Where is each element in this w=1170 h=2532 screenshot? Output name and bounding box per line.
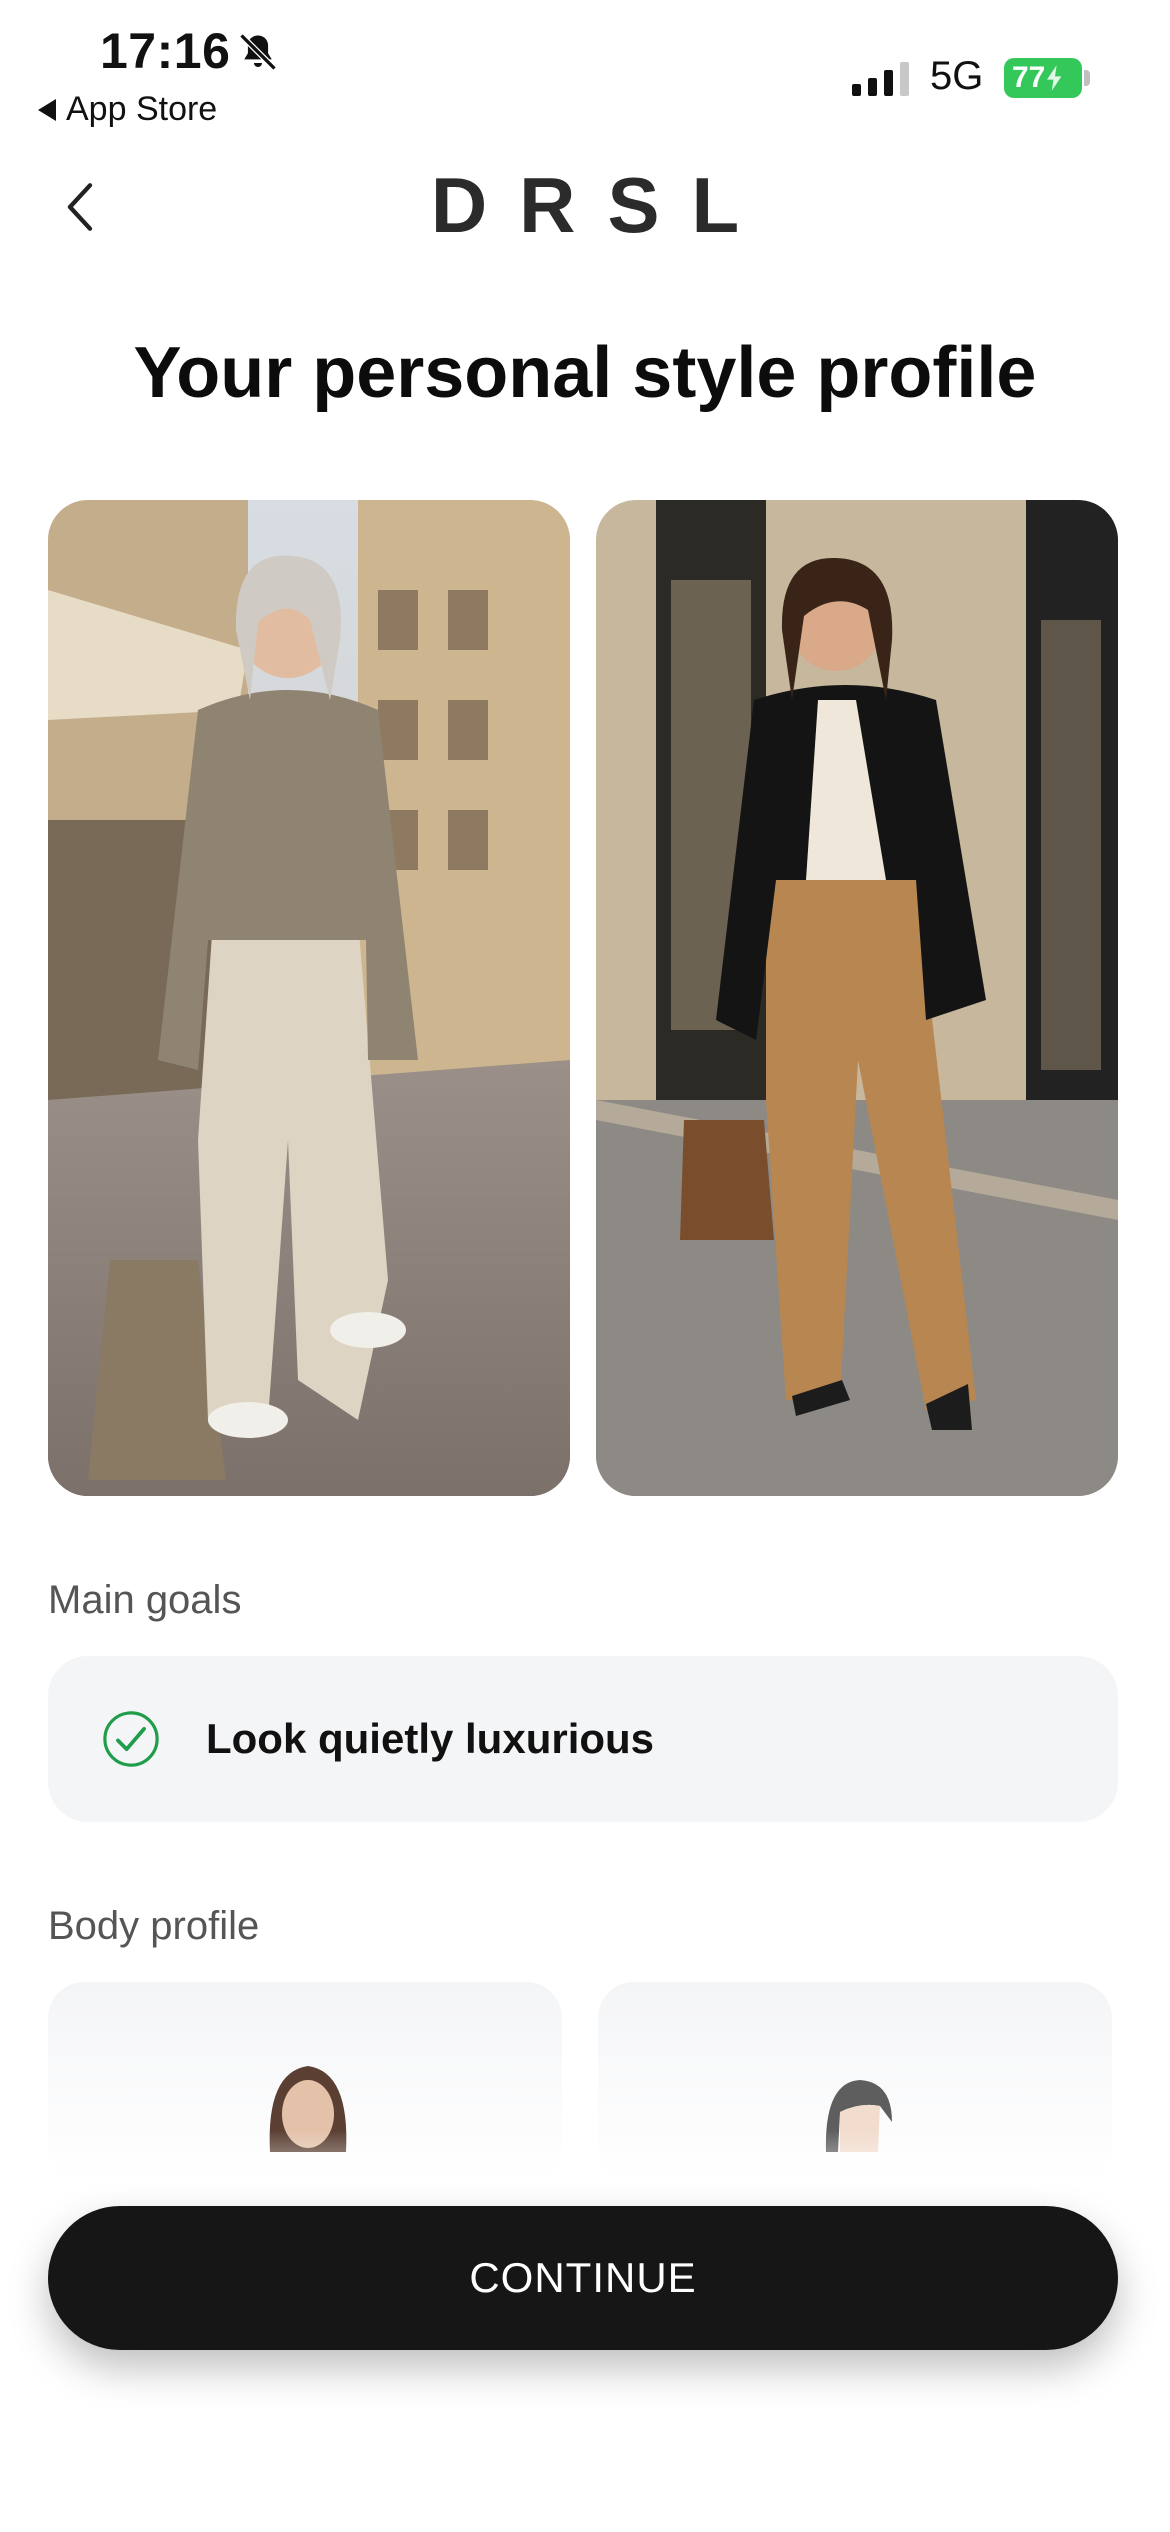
goal-text: Look quietly luxurious <box>206 1715 655 1762</box>
look-1-photo <box>48 500 570 1496</box>
page-title: Your personal style profile <box>133 333 1037 413</box>
bottom-fade <box>0 2130 1170 2210</box>
back-triangle-icon <box>38 98 56 121</box>
battery-level: 77 <box>1012 61 1046 94</box>
back-app-label: App Store <box>66 90 218 128</box>
check-circle-icon <box>103 1711 159 1767</box>
back-to-app-store[interactable]: App Store <box>38 90 217 129</box>
charging-bolt-icon <box>1047 65 1062 91</box>
goal-item[interactable]: Look quietly luxurious <box>48 1656 1118 1822</box>
battery-icon: 77 <box>1004 58 1082 98</box>
network-type: 5G <box>930 54 984 98</box>
battery-cap <box>1084 70 1090 86</box>
body-profile-label: Body profile <box>48 1904 260 1948</box>
look-2-photo <box>596 500 1118 1496</box>
cellular-signal-icon <box>852 62 909 96</box>
main-goals-label: Main goals <box>48 1578 242 1622</box>
status-time: 17:16 <box>100 23 231 79</box>
bell-slash-icon <box>239 33 277 71</box>
continue-button[interactable]: CONTINUE <box>48 2206 1118 2350</box>
brand-logo: DRSL <box>430 161 772 249</box>
